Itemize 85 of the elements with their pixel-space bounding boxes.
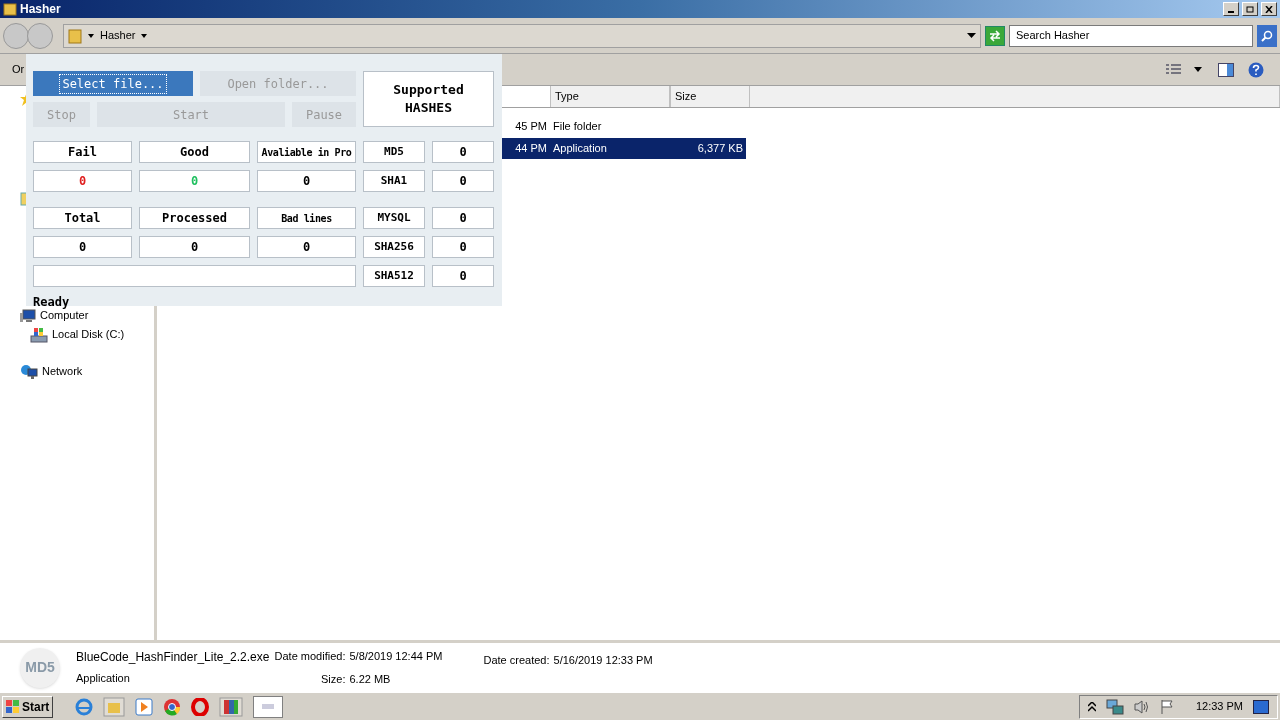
hash-count: 0 (432, 141, 494, 163)
hash-count: 0 (432, 265, 494, 287)
table-cell-text: 44 PM (514, 141, 548, 157)
table-cell-text: File folder (552, 119, 603, 135)
column-header[interactable]: Type (550, 86, 670, 107)
file-type: Application (76, 671, 131, 687)
file-icon: MD5 (20, 647, 60, 688)
hash-name: SHA512 (363, 265, 425, 287)
show-desktop-icon[interactable] (1253, 699, 1269, 714)
stat-value: 0 (33, 170, 132, 192)
stat-label: Total (33, 207, 132, 229)
window-title: Hasher (20, 1, 61, 18)
search-button[interactable] (1257, 24, 1277, 47)
library-icon (20, 192, 28, 206)
stat-label: Fail (33, 141, 132, 163)
breadcrumb[interactable]: Hasher (100, 27, 136, 44)
stat-label: Good (139, 141, 250, 163)
supported-hashes-label: Supported HASHES (363, 71, 494, 127)
field-label: Date modified: (273, 649, 346, 664)
folder-icon (68, 27, 82, 44)
hash-count: 0 (432, 236, 494, 258)
hash-count: 0 (432, 170, 494, 192)
table-cell-text: Application (552, 141, 608, 157)
view-list-icon[interactable] (1166, 63, 1182, 76)
network-icon (20, 363, 38, 380)
table-cell-text: 45 PM (514, 119, 548, 135)
computer-icon (20, 308, 36, 323)
hasher-taskbar-button[interactable] (253, 695, 284, 718)
field-label: Size: (320, 671, 346, 687)
network-icon[interactable] (1105, 698, 1124, 715)
stat-value: 0 (33, 236, 132, 258)
file-name: BlueCode_HashFinder_Lite_2.2.exe (76, 649, 270, 667)
status-text: Ready (33, 294, 71, 311)
disk-icon (30, 326, 48, 343)
search-input[interactable]: Search Hasher (1016, 27, 1252, 44)
restore-button[interactable] (1242, 2, 1258, 16)
minimize-button[interactable] (1223, 2, 1239, 16)
address-field[interactable]: Hasher (63, 23, 981, 48)
table-cell-text: 6,377 KB (696, 141, 743, 157)
help-icon[interactable] (1248, 61, 1264, 78)
search-icon (1261, 29, 1273, 42)
stat-value: 0 (139, 236, 250, 258)
clock[interactable]: 12:33 PM (1195, 698, 1243, 715)
nav-item[interactable]: Network (42, 363, 83, 380)
speaker-icon[interactable] (1133, 698, 1150, 715)
column-header[interactable]: Size (670, 86, 750, 107)
stat-label: Avaliable in Pro (257, 141, 356, 163)
stat-label: Bad lines (257, 207, 356, 229)
hash-count: 0 (432, 207, 494, 229)
field-value: 5/16/2019 12:33 PM (553, 653, 653, 668)
dropdown-icon[interactable] (1194, 67, 1202, 72)
refresh-arrows-icon (988, 29, 1002, 42)
chevron-down-icon[interactable] (141, 33, 148, 38)
chevron-down-icon[interactable] (88, 33, 94, 38)
close-button[interactable] (1261, 2, 1277, 16)
select-file-button[interactable]: Select file... (33, 71, 193, 96)
nav-item[interactable]: Local Disk (C:) (52, 326, 125, 343)
organize-menu[interactable]: Or (12, 61, 25, 78)
chevron-up-icon[interactable] (1087, 701, 1096, 712)
start-button[interactable]: Start (2, 695, 54, 718)
start-logo-icon (6, 699, 20, 714)
hash-name: MYSQL (363, 207, 425, 229)
browser-icon[interactable] (75, 697, 94, 716)
app-icon (262, 704, 275, 709)
hash-name: MD5 (363, 141, 425, 163)
field-label: Date created: (483, 653, 550, 668)
stat-value: 0 (257, 236, 356, 258)
close-icon (1265, 5, 1273, 13)
refresh-button[interactable] (985, 25, 1005, 46)
search-field[interactable]: Search Hasher (1009, 24, 1253, 47)
stat-label: Processed (139, 207, 250, 229)
archive-icon[interactable] (219, 696, 244, 717)
restore-icon (1246, 5, 1254, 13)
field-value: 5/8/2019 12:44 PM (349, 649, 443, 664)
flag-icon[interactable] (1159, 698, 1176, 715)
folder-icon (3, 2, 17, 16)
field-value: 6.22 MB (349, 671, 391, 687)
media-player-icon[interactable] (135, 697, 154, 716)
hash-name: SHA256 (363, 236, 425, 258)
file-row[interactable]: 45 PM File folder (498, 116, 746, 137)
hash-name: SHA1 (363, 170, 425, 192)
dropdown-icon[interactable] (967, 32, 976, 39)
stat-value: 0 (139, 170, 250, 192)
preview-pane-icon[interactable] (1218, 62, 1234, 77)
stat-value: 0 (257, 170, 356, 192)
